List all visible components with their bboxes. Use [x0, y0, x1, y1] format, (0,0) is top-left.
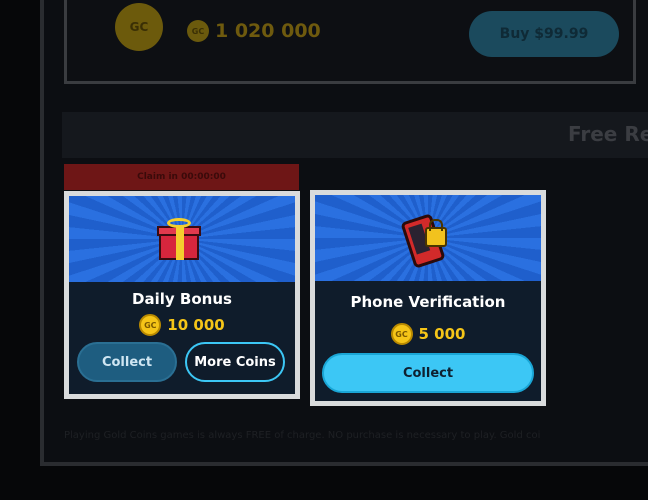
daily-bonus-timer: Claim in 00:00:00	[64, 164, 299, 190]
daily-bonus-card: Daily Bonus GC 10 000 Collect More Coins	[64, 191, 300, 399]
phone-verification-title: Phone Verification	[350, 293, 506, 311]
free-rewards-bar: Free Re	[62, 112, 648, 158]
package-amount-value: 1 020 000	[215, 20, 321, 42]
coin-package-row: GC GC 1 020 000 Buy $99.99	[64, 0, 636, 84]
gift-box-icon	[157, 218, 201, 260]
more-coins-button[interactable]: More Coins	[185, 342, 285, 382]
daily-bonus-amount-value: 10 000	[167, 316, 225, 334]
lock-icon	[425, 219, 447, 247]
package-amount: GC 1 020 000	[187, 20, 321, 42]
coin-stack-label: GC	[129, 20, 149, 34]
phone-verification-amount-value: 5 000	[418, 325, 466, 343]
phone-verification-amount: GC 5 000	[315, 323, 541, 345]
gold-coin-icon: GC	[390, 323, 413, 345]
phone-verification-card: Phone Verification GC 5 000 Collect	[310, 190, 546, 406]
daily-bonus-amount: GC 10 000	[69, 314, 295, 336]
gold-coin-icon: GC	[139, 314, 162, 336]
disclaimer-text: Playing Gold Coins games is always FREE …	[64, 430, 541, 441]
gold-coin-icon: GC	[187, 20, 209, 42]
daily-bonus-title: Daily Bonus	[132, 290, 232, 308]
phone-verification-banner	[315, 195, 541, 281]
free-rewards-title: Free Re	[568, 122, 648, 146]
daily-bonus-banner	[69, 196, 295, 282]
buy-package-button[interactable]: Buy $99.99	[469, 11, 619, 57]
coin-stack-icon: GC	[115, 3, 163, 61]
phone-verification-collect-button[interactable]: Collect	[322, 353, 534, 393]
daily-bonus-collect-button[interactable]: Collect	[77, 342, 177, 382]
